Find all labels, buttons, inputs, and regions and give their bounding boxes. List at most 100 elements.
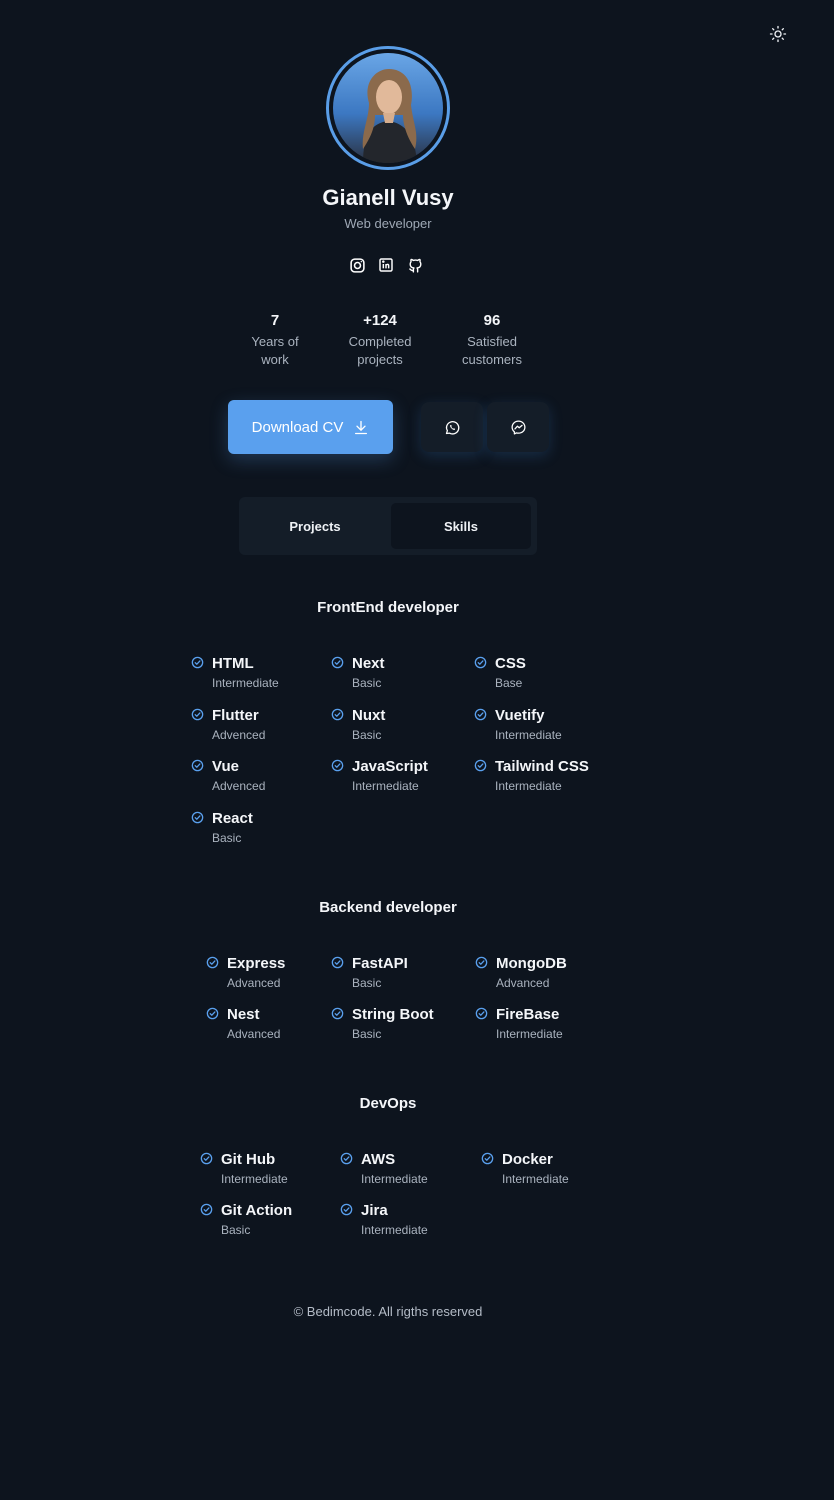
stat-label-line2: work — [261, 352, 289, 367]
skill-item: FireBase Intermediate — [475, 1006, 563, 1043]
skill-item: HTML Intermediate — [191, 655, 279, 692]
skill-text: Docker Intermediate — [502, 1151, 569, 1188]
skill-text: React Basic — [212, 810, 253, 847]
instagram-link[interactable] — [348, 256, 366, 274]
skill-text: Next Basic — [352, 655, 385, 692]
skill-name: Nest — [227, 1006, 260, 1023]
stat-value: 96 — [483, 312, 501, 329]
check-circle-icon — [481, 1152, 494, 1165]
theme-toggle-button[interactable] — [766, 22, 790, 46]
skill-name: Vue — [212, 758, 239, 776]
linkedin-link[interactable] — [377, 256, 395, 274]
check-circle-icon — [331, 656, 344, 669]
download-cv-label: Download CV — [251, 418, 344, 436]
profile-role: Web developer — [344, 216, 432, 231]
check-circle-icon — [191, 656, 204, 669]
check-circle-icon — [206, 1007, 219, 1020]
profile-name: Gianell Vusy — [322, 185, 454, 210]
stat-label-line2: projects — [357, 352, 403, 367]
skill-level: Intermediate — [221, 1172, 288, 1186]
skill-text: AWS Intermediate — [361, 1151, 428, 1188]
skill-name: Git Action — [221, 1202, 293, 1219]
skill-level: Advenced — [212, 779, 266, 794]
check-circle-icon — [331, 1007, 344, 1020]
skill-level: Advanced — [496, 976, 550, 990]
check-circle-icon — [475, 956, 488, 969]
skill-name: Docker — [502, 1151, 553, 1168]
instagram-icon — [349, 257, 365, 273]
github-icon — [408, 258, 422, 273]
stat-label-line2: customers — [462, 352, 522, 367]
skill-text: String Boot Basic — [352, 1006, 434, 1043]
skill-item: Git Hub Intermediate — [200, 1151, 288, 1188]
skill-item: MongoDB Advanced — [475, 955, 567, 992]
skill-level: Intermediate — [495, 779, 562, 794]
sun-icon — [769, 25, 787, 43]
skill-name: FastAPI — [352, 955, 408, 972]
skill-level: Advanced — [227, 1027, 281, 1041]
skill-item: Vue Advenced — [191, 758, 265, 795]
skill-text: MongoDB Advanced — [496, 955, 567, 992]
whatsapp-button[interactable] — [421, 402, 483, 452]
skill-item: Tailwind CSS Intermediate — [474, 758, 589, 795]
skill-item: CSS Base — [474, 655, 526, 692]
skill-level: Intermediate — [361, 1223, 428, 1237]
skill-level: Intermediate — [502, 1172, 569, 1186]
check-circle-icon — [475, 1007, 488, 1020]
check-circle-icon — [474, 708, 487, 721]
check-circle-icon — [340, 1152, 353, 1165]
check-circle-icon — [191, 811, 204, 824]
stat-value: 7 — [270, 312, 280, 329]
skill-item: Git Action Basic — [200, 1202, 292, 1239]
check-circle-icon — [474, 759, 487, 772]
check-circle-icon — [200, 1203, 213, 1216]
check-circle-icon — [331, 708, 344, 721]
skill-name: Nuxt — [352, 706, 386, 724]
skill-name: Jira — [361, 1202, 388, 1219]
footer-copyright: © Bedimcode. All rigths reserved — [293, 1304, 483, 1319]
skill-text: Flutter Advenced — [212, 707, 265, 744]
skill-item: Next Basic — [331, 655, 385, 692]
skill-text: Tailwind CSS Intermediate — [495, 758, 589, 795]
check-circle-icon — [200, 1152, 213, 1165]
check-circle-icon — [191, 708, 204, 721]
download-cv-button[interactable]: Download CV — [228, 400, 393, 454]
tab-skills[interactable]: Skills — [391, 503, 531, 549]
skill-level: Basic — [352, 976, 382, 990]
skill-name: CSS — [495, 655, 526, 672]
skill-name: React — [212, 810, 253, 828]
skill-item: AWS Intermediate — [340, 1151, 428, 1188]
stat-label-line1: Years of — [251, 334, 299, 349]
skill-name: Tailwind CSS — [495, 758, 589, 776]
check-circle-icon — [206, 956, 219, 969]
skill-text: Git Action Basic — [221, 1202, 292, 1239]
avatar — [326, 46, 450, 170]
skill-name: String Boot — [352, 1006, 434, 1023]
linkedin-icon — [379, 258, 393, 272]
skill-item: Nest Advanced — [206, 1006, 280, 1043]
skill-name: MongoDB — [496, 955, 567, 972]
skill-text: CSS Base — [495, 655, 526, 692]
skill-text: Express Advanced — [227, 955, 285, 992]
check-circle-icon — [331, 759, 344, 772]
skill-name: Git Hub — [221, 1151, 276, 1168]
skill-level: Advanced — [227, 976, 281, 990]
skill-level: Base — [495, 676, 523, 690]
skill-item: Vuetify Intermediate — [474, 707, 562, 744]
skill-text: FastAPI Basic — [352, 955, 408, 992]
messenger-button[interactable] — [487, 402, 549, 452]
stat-label-line1: Satisfied — [467, 334, 517, 349]
skill-name: Express — [227, 955, 286, 972]
skill-text: HTML Intermediate — [212, 655, 279, 692]
skill-level: Intermediate — [496, 1027, 563, 1041]
skill-level: Basic — [221, 1223, 251, 1237]
github-link[interactable] — [406, 256, 424, 274]
section-title-devops: DevOps — [359, 1095, 417, 1112]
tab-projects[interactable]: Projects — [245, 503, 385, 549]
skill-level: Intermediate — [352, 779, 419, 794]
stat-customers: 96 Satisfied customers — [437, 312, 547, 369]
tab-bar: Projects Skills — [239, 497, 537, 555]
skill-text: Jira Intermediate — [361, 1202, 428, 1239]
download-icon — [355, 420, 368, 434]
skill-item: Flutter Advenced — [191, 707, 265, 744]
